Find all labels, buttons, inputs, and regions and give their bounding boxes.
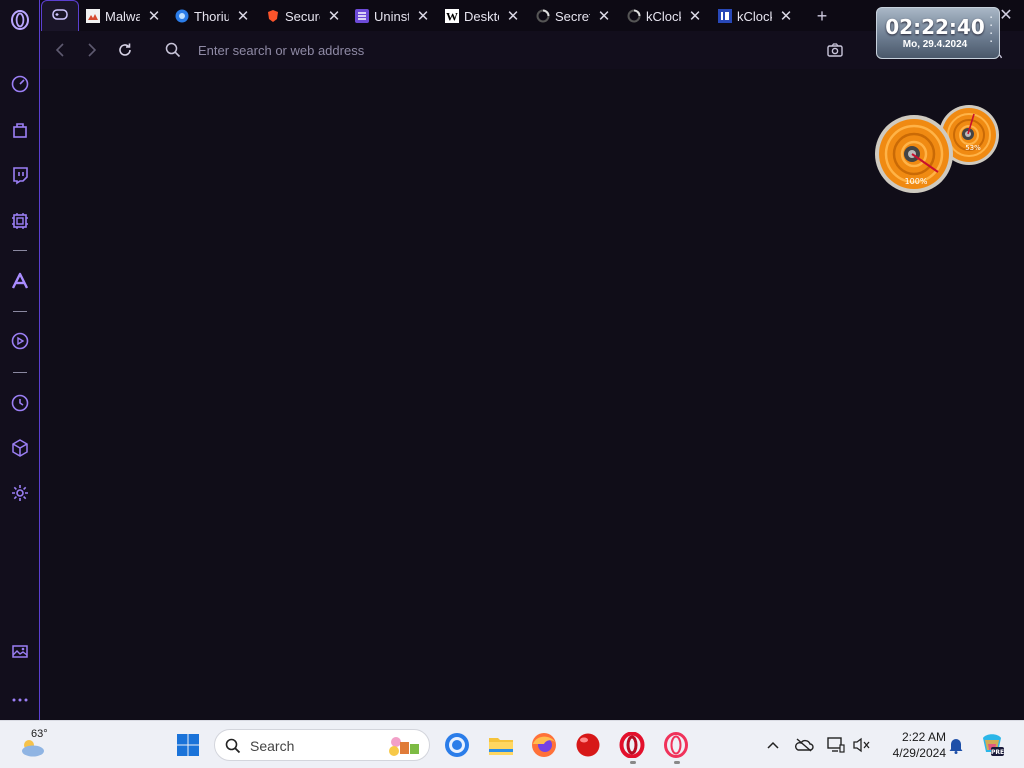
player-icon[interactable] <box>9 330 31 352</box>
malwarebytes-icon <box>86 9 100 23</box>
tab-label: Uninst <box>374 8 409 24</box>
tab-label: Malwa <box>105 8 140 24</box>
speedometer-icon[interactable] <box>9 73 31 95</box>
close-icon[interactable]: ✕ <box>504 7 522 25</box>
loading-spinner-icon <box>536 9 550 23</box>
tray-date: 4/29/2024 <box>892 746 946 760</box>
plus-icon: + <box>816 5 828 26</box>
show-hidden-icons-chevron-up-icon[interactable] <box>764 731 782 759</box>
tray-time: 2:22 AM <box>901 730 946 744</box>
desktop-clock-widget: 02:22:40 Mo, 29.4.2024 ▪ ▪ ▪ ▪ <box>876 7 1000 59</box>
tab-kclock-2[interactable]: kClock ✕ <box>718 3 795 29</box>
opera-logo-icon[interactable] <box>9 9 31 31</box>
cpu-gauge: 100% <box>875 115 953 193</box>
address-input[interactable] <box>198 40 758 60</box>
close-icon[interactable]: ✕ <box>686 7 704 25</box>
tab-label: Secure <box>285 8 320 24</box>
copilot-pre-icon[interactable]: PRE <box>978 731 1006 759</box>
wikipedia-icon: W <box>445 9 459 23</box>
chevron-left-icon <box>55 43 64 57</box>
tab-kclock-1[interactable]: kClock ✕ <box>627 3 704 29</box>
notification-bell-icon[interactable] <box>944 731 968 759</box>
snapshot-camera-button[interactable] <box>826 41 844 59</box>
taskbar: 63° Search 2:22 AM 4/29/2024 PRE <box>0 720 1024 768</box>
taskbar-search-box[interactable]: Search <box>214 729 430 761</box>
search-icon <box>225 738 241 754</box>
chevron-right-icon <box>88 43 97 57</box>
thorium-taskbar-icon[interactable] <box>443 731 471 759</box>
svg-text:W: W <box>446 10 458 24</box>
weather-temperature: 63° <box>31 728 48 740</box>
tab-gx-home[interactable] <box>41 0 79 31</box>
search-highlight-icon <box>389 737 419 756</box>
sidebar-divider <box>13 372 27 373</box>
red-ball-app-icon[interactable] <box>574 731 602 759</box>
file-explorer-icon[interactable] <box>487 731 515 759</box>
brave-icon <box>266 9 280 23</box>
search-label: Search <box>250 738 295 754</box>
tab-wikipedia[interactable]: W Deskto ✕ <box>445 3 522 29</box>
tab-malwarebytes[interactable]: Malwa ✕ <box>86 3 163 29</box>
reload-icon <box>119 43 131 56</box>
tab-label: kClock <box>646 8 681 24</box>
wallpaper-gallery-icon[interactable] <box>9 640 31 662</box>
tab-brave[interactable]: Secure ✕ <box>266 3 343 29</box>
opera-gx-window: Malwa ✕ Thoriu ✕ Secure ✕ Uninst ✕ W Des… <box>0 0 1024 720</box>
screen: Malwa ✕ Thoriu ✕ Secure ✕ Uninst ✕ W Des… <box>0 0 1024 768</box>
close-icon[interactable]: ✕ <box>414 7 432 25</box>
close-icon[interactable]: ✕ <box>234 7 252 25</box>
clock-time: 02:22:40 <box>885 15 985 39</box>
close-icon[interactable]: ✕ <box>325 7 343 25</box>
close-icon[interactable]: ✕ <box>777 7 795 25</box>
display-icon[interactable] <box>824 731 848 759</box>
sidebar-divider <box>13 250 27 251</box>
reload-button[interactable] <box>116 41 134 59</box>
running-indicator <box>630 761 636 764</box>
firefox-icon[interactable] <box>530 731 558 759</box>
tab-secret[interactable]: Secret ✕ <box>536 3 613 29</box>
loading-spinner-icon <box>627 9 641 23</box>
gamepad-icon <box>52 9 68 20</box>
running-indicator <box>674 761 680 764</box>
close-icon[interactable]: ✕ <box>145 7 163 25</box>
tab-label: Secret <box>555 8 590 24</box>
back-button[interactable] <box>51 41 69 59</box>
extensions-cube-icon[interactable] <box>9 437 31 459</box>
tab-label: Deskto <box>464 8 499 24</box>
ram-gauge-label: 53% <box>965 144 981 152</box>
settings-gear-icon[interactable] <box>9 482 31 504</box>
tab-uninstall[interactable]: Uninst ✕ <box>355 3 432 29</box>
sidebar <box>0 0 40 720</box>
volume-muted-icon[interactable] <box>850 731 874 759</box>
tray-clock[interactable]: 2:22 AM 4/29/2024 <box>880 729 946 761</box>
cpu-gauge-label: 100% <box>905 177 928 186</box>
forward-button[interactable] <box>83 41 101 59</box>
close-icon[interactable]: ✕ <box>595 7 613 25</box>
clock-date: Mo, 29.4.2024 <box>902 39 968 50</box>
new-tab-button[interactable]: + <box>808 3 831 29</box>
search-icon <box>164 41 182 59</box>
windows-logo-icon <box>177 734 199 756</box>
history-clock-icon[interactable] <box>9 392 31 414</box>
uninstall-list-icon <box>355 9 369 23</box>
tab-label: kClock <box>737 8 772 24</box>
thorium-icon <box>175 9 189 23</box>
svg-text:PRE: PRE <box>991 749 1004 756</box>
sidebar-divider <box>13 311 27 312</box>
widget-controls-icon[interactable]: ▪ ▪ ▪ ▪ <box>990 14 996 54</box>
aria-ai-icon[interactable] <box>9 270 31 292</box>
twitch-icon[interactable] <box>9 164 31 186</box>
tab-thorium[interactable]: Thoriu ✕ <box>175 3 252 29</box>
hardware-limiter-icon[interactable] <box>9 210 31 232</box>
opera-icon[interactable] <box>618 731 646 759</box>
tab-label: Thoriu <box>194 8 229 24</box>
windows-start-button[interactable] <box>174 731 202 759</box>
camera-icon <box>827 43 843 57</box>
opera-gx-icon[interactable] <box>662 731 690 759</box>
onedrive-offline-icon[interactable] <box>792 731 816 759</box>
shopping-bag-icon[interactable] <box>9 119 31 141</box>
kclock-page-icon <box>718 9 732 23</box>
more-dots-icon[interactable] <box>9 689 31 711</box>
